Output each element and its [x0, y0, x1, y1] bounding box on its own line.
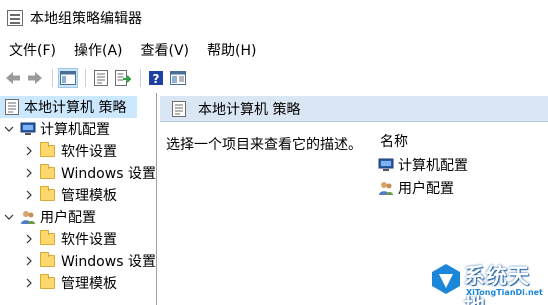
users-icon [378, 180, 394, 196]
details-header: 本地计算机 策略 [160, 96, 548, 122]
show-hide-tree-icon[interactable] [58, 67, 78, 88]
title-bar: 本地组策略编辑器 [0, 0, 548, 36]
toolbar-separator [85, 68, 86, 87]
tree-item-label: 管理模板 [61, 276, 117, 292]
policy-document-icon [4, 99, 20, 115]
export-list-icon[interactable] [113, 68, 133, 88]
menu-view[interactable]: 查看(V) [132, 40, 199, 60]
details-header-title: 本地计算机 策略 [198, 101, 301, 118]
forward-arrow-icon[interactable] [25, 68, 45, 88]
tree-item-label: 用户配置 [40, 210, 96, 226]
folder-icon [40, 186, 55, 201]
tree-pane: 本地计算机 策略 计算机配置 软件设置 Windows 设置 管理模板 用户配置… [0, 93, 157, 305]
tree-item-user-software-settings[interactable]: 软件设置 [24, 228, 117, 250]
tree-item-label: 计算机配置 [40, 122, 110, 138]
folder-icon [40, 142, 55, 157]
toolbar-separator [140, 68, 141, 87]
folder-icon [40, 230, 55, 245]
chevron-right-icon[interactable] [24, 256, 34, 266]
folder-icon [40, 164, 55, 179]
tree-item-computer-config[interactable]: 计算机配置 [4, 118, 110, 140]
window-title: 本地组策略编辑器 [30, 11, 142, 27]
policy-document-icon [171, 100, 187, 117]
chevron-down-icon[interactable] [4, 212, 14, 222]
tree-item-label: 软件设置 [61, 144, 117, 160]
watermark-logo: 系统天地 XiTongTianDi.net [428, 258, 546, 305]
svg-text:?: ? [153, 72, 160, 86]
tree-item-software-settings[interactable]: 软件设置 [24, 140, 117, 162]
chevron-right-icon[interactable] [24, 190, 34, 200]
tree-item-label: 管理模板 [61, 188, 117, 204]
back-arrow-icon[interactable] [3, 68, 23, 88]
folder-icon [40, 252, 55, 267]
tree-item-user-windows-settings[interactable]: Windows 设置 [24, 250, 156, 272]
tree-item-label: Windows 设置 [61, 254, 156, 270]
list-item-user-config[interactable]: 用户配置 [378, 178, 454, 198]
tree-item-admin-templates[interactable]: 管理模板 [24, 184, 117, 206]
chevron-right-icon[interactable] [24, 168, 34, 178]
tree-item-label: 本地计算机 策略 [24, 100, 127, 116]
chevron-right-icon[interactable] [24, 234, 34, 244]
help-icon[interactable]: ? [146, 68, 166, 88]
chevron-right-icon[interactable] [24, 278, 34, 288]
computer-icon [378, 157, 394, 173]
menu-action[interactable]: 操作(A) [65, 40, 132, 60]
tree-item-label: Windows 设置 [61, 166, 156, 182]
list-item-computer-config[interactable]: 计算机配置 [378, 155, 468, 175]
app-icon [7, 10, 23, 26]
list-item-label: 计算机配置 [398, 158, 468, 174]
watermark-url: XiTongTianDi.net [466, 288, 543, 297]
tree-item-windows-settings[interactable]: Windows 设置 [24, 162, 156, 184]
toolbar: ? [0, 64, 548, 91]
description-text: 选择一个项目来查看它的描述。 [166, 137, 362, 153]
watermark-text: 系统天地 [464, 264, 530, 305]
menu-bar: 文件(F) 操作(A) 查看(V) 帮助(H) [0, 38, 265, 62]
tree-item-user-admin-templates[interactable]: 管理模板 [24, 272, 117, 294]
computer-icon [20, 121, 36, 137]
list-item-label: 用户配置 [398, 181, 454, 197]
toolbar-separator [52, 68, 53, 87]
users-icon [20, 209, 36, 225]
properties-icon[interactable] [91, 68, 111, 88]
tree-item-user-config[interactable]: 用户配置 [4, 206, 96, 228]
menu-file[interactable]: 文件(F) [0, 40, 65, 60]
extended-view-icon[interactable] [168, 68, 188, 88]
tree-item-root[interactable]: 本地计算机 策略 [0, 96, 137, 118]
column-header-name[interactable]: 名称 [380, 131, 408, 151]
menu-help[interactable]: 帮助(H) [198, 40, 265, 60]
watermark-emblem-icon [432, 264, 460, 294]
chevron-right-icon[interactable] [24, 146, 34, 156]
tree-item-label: 软件设置 [61, 232, 117, 248]
chevron-down-icon[interactable] [4, 124, 14, 134]
folder-icon [40, 274, 55, 289]
